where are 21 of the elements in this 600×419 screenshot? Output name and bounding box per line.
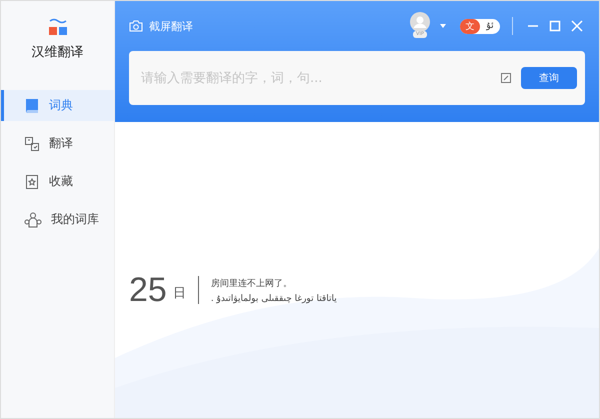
day-unit: 日: [172, 284, 186, 302]
app-logo-icon: [46, 17, 68, 37]
close-icon: [571, 20, 583, 32]
book-icon: [24, 98, 40, 114]
camera-icon: [129, 20, 143, 32]
people-icon: [24, 212, 42, 228]
sidebar-item[interactable]: 我的词库: [1, 204, 114, 235]
chinese-sentence: 房间里连不上网了。: [210, 278, 293, 290]
sidebar-item[interactable]: 翻译: [1, 128, 114, 159]
close-button[interactable]: [569, 18, 585, 34]
maximize-button[interactable]: [547, 18, 563, 34]
uyghur-sentence: ياتاقتا تورغا چىققىلى بولمايۋاتىدۇ .: [210, 294, 337, 304]
sidebar-item[interactable]: 收藏: [1, 166, 114, 197]
search-button[interactable]: 查询: [521, 67, 577, 89]
caret-icon[interactable]: [440, 24, 446, 28]
day-number: 25: [129, 270, 167, 310]
edit-icon[interactable]: [501, 73, 511, 83]
app-name: 汉维翻译: [32, 44, 84, 61]
maximize-icon: [549, 20, 561, 32]
translate-icon: [24, 136, 40, 152]
avatar-icon[interactable]: [410, 12, 430, 32]
